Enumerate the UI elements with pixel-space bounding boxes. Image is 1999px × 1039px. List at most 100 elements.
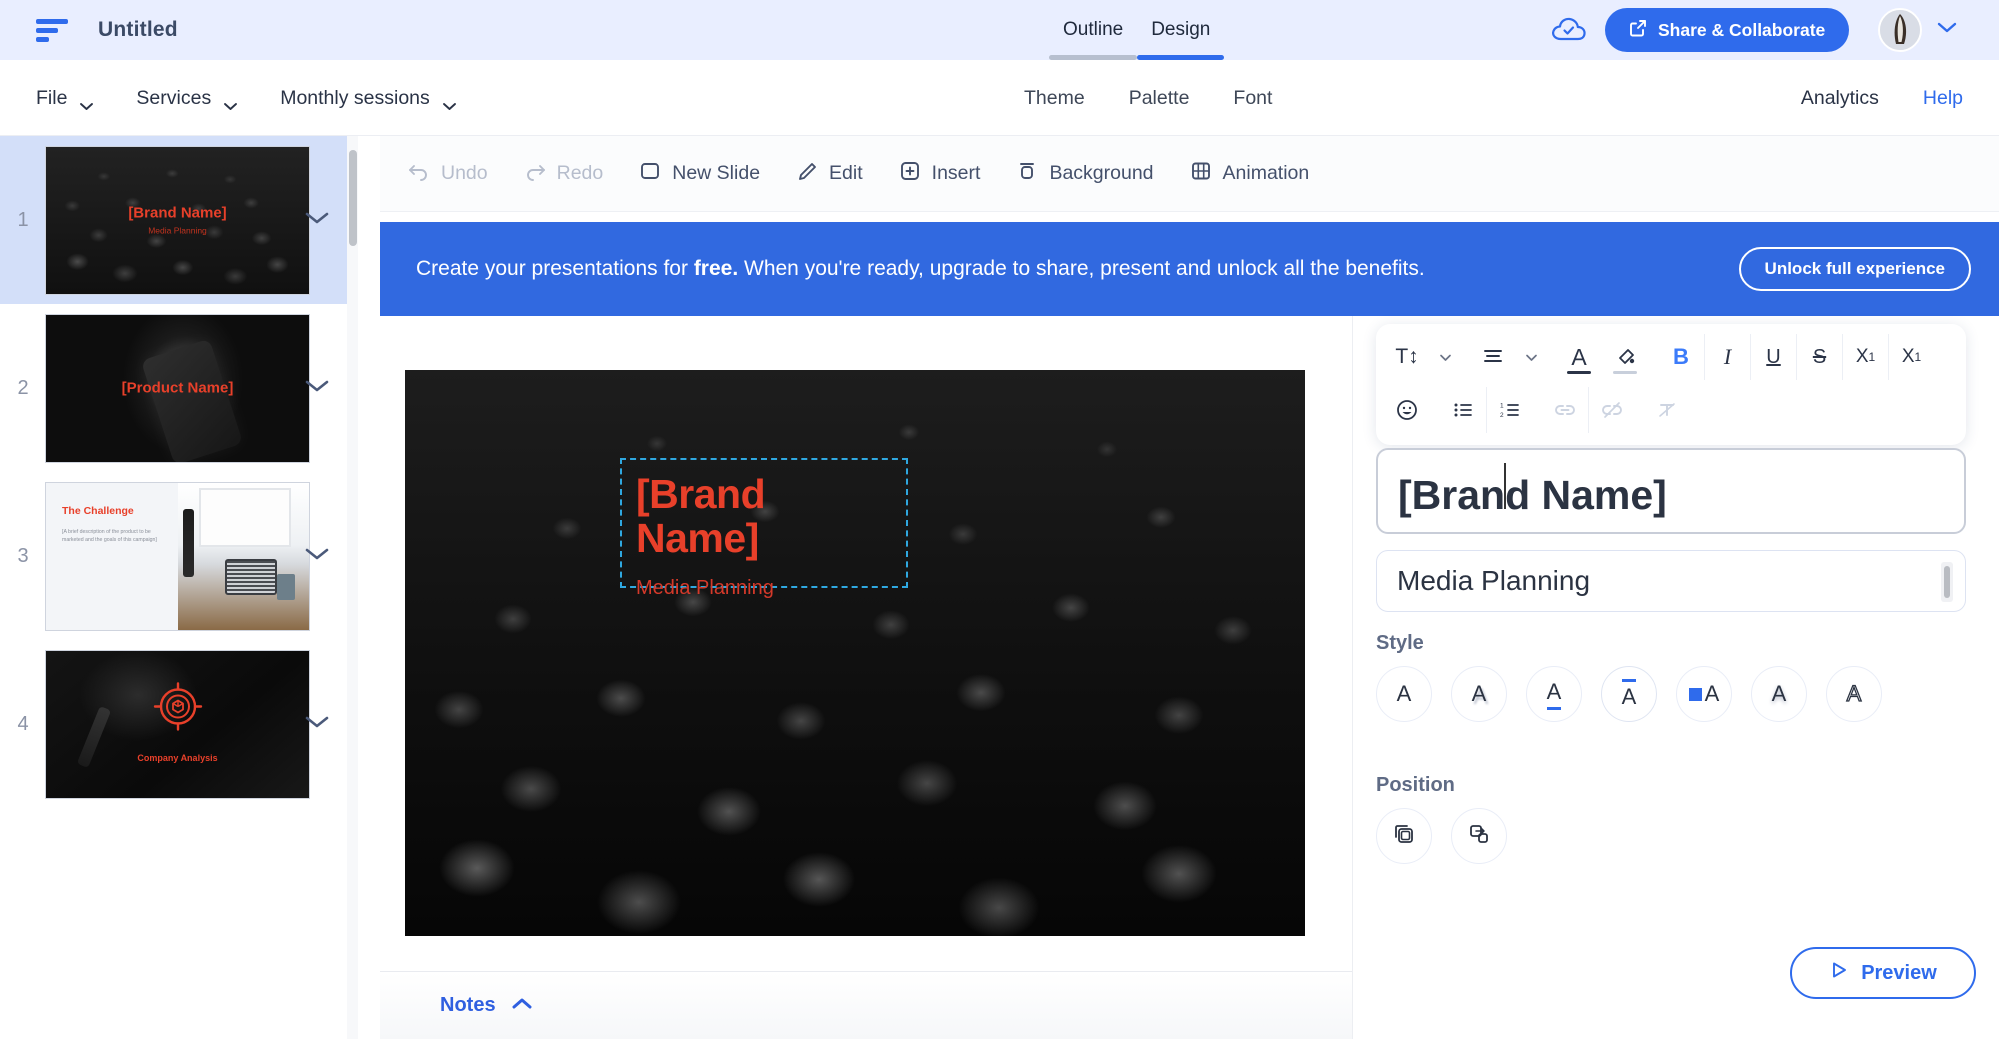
toolbar-animation[interactable]: Animation — [1190, 161, 1309, 187]
selected-textbox[interactable]: [Brand Name] Media Planning — [620, 458, 908, 599]
text-size-chevron-down-icon[interactable] — [1430, 334, 1460, 380]
slide-subtitle-text[interactable]: Media Planning — [636, 577, 892, 600]
list-group: 12 — [1440, 387, 1532, 433]
letter-a-highlight-icon: A — [1688, 681, 1719, 707]
slide-options-chevron-down-icon[interactable] — [303, 377, 331, 399]
tab-outline[interactable]: Outline — [1049, 0, 1138, 60]
chevron-down-icon — [442, 94, 456, 110]
tab-outline-label: Outline — [1063, 19, 1124, 40]
sidebar-scrollbar-thumb[interactable] — [349, 150, 357, 246]
toolbar-redo[interactable]: Redo — [524, 161, 603, 187]
menu-bar: File Services Monthly sessions Theme Pal… — [0, 60, 1999, 136]
slide-thumbnail-image[interactable]: Company Analysis — [45, 649, 310, 799]
external-link-icon — [1629, 19, 1647, 42]
subtitle-field-scrollbar[interactable] — [1941, 562, 1953, 602]
slide-title-text[interactable]: [Brand Name] — [636, 472, 892, 561]
unlock-full-experience-button[interactable]: Unlock full experience — [1738, 247, 1971, 291]
notes-toggle-label[interactable]: Notes — [440, 994, 496, 1017]
bulleted-list-icon[interactable] — [1440, 387, 1486, 433]
slide-thumbnail-sidebar[interactable]: 1 [Brand Name] Media Planning 2 [Product… — [0, 136, 358, 1039]
highlight-color-icon[interactable] — [1602, 334, 1648, 380]
subscript-icon[interactable]: X1 — [1842, 334, 1888, 380]
slide-thumbnail-1[interactable]: 1 [Brand Name] Media Planning — [0, 136, 357, 304]
logo-bars-icon[interactable] — [36, 17, 70, 43]
menu-help[interactable]: Help — [1923, 87, 1963, 110]
slide-thumbnail-image[interactable]: The Challenge [A brief description of th… — [45, 481, 310, 631]
guitar-shape — [182, 508, 194, 577]
menu-analytics[interactable]: Analytics — [1801, 87, 1879, 110]
emoji-icon[interactable] — [1384, 387, 1430, 433]
bring-to-front-button[interactable] — [1376, 808, 1432, 864]
bold-icon[interactable]: B — [1658, 334, 1704, 380]
avatar[interactable] — [1878, 8, 1922, 52]
menu-monthly-sessions[interactable]: Monthly sessions — [280, 87, 456, 110]
toolbar-undo-label: Undo — [441, 162, 488, 184]
thumb-subtitle: [A brief description of the product to b… — [62, 528, 157, 543]
tab-design[interactable]: Design — [1137, 0, 1225, 60]
clear-format-icon[interactable] — [1644, 387, 1690, 433]
remove-link-icon[interactable] — [1588, 387, 1634, 433]
style-overline-button[interactable]: A — [1601, 666, 1657, 722]
position-section-label: Position — [1376, 774, 1455, 796]
background-icon — [1016, 161, 1038, 187]
notes-bar[interactable]: Notes — [380, 971, 1352, 1039]
slide-thumbnail-4[interactable]: 4 Company Analysis — [0, 640, 357, 808]
menu-services[interactable]: Services — [136, 87, 238, 110]
slide-thumbnail-3[interactable]: 3 The Challenge [A brief description of … — [0, 472, 357, 640]
menu-file[interactable]: File — [36, 87, 94, 110]
document-title[interactable]: Untitled — [98, 18, 178, 42]
preview-button[interactable]: Preview — [1790, 947, 1976, 999]
text-size-icon[interactable]: T↕ — [1384, 334, 1430, 380]
style-highlight-button[interactable]: A — [1676, 666, 1732, 722]
send-to-back-button[interactable] — [1451, 808, 1507, 864]
presentation-editor-app: Untitled Outline Design Share & Collabor… — [0, 0, 1999, 1039]
menu-font[interactable]: Font — [1233, 87, 1272, 110]
strikethrough-icon[interactable]: S — [1796, 334, 1842, 380]
clear-format-group — [1644, 387, 1690, 433]
letter-a-outline-icon: A — [1846, 680, 1862, 706]
toolbar-undo[interactable]: Undo — [408, 161, 488, 187]
slide-thumbnail-image[interactable]: [Brand Name] Media Planning — [45, 145, 310, 295]
chevron-down-icon — [223, 94, 238, 110]
toolbar-edit[interactable]: Edit — [796, 161, 863, 187]
slide-number: 3 — [17, 544, 29, 567]
style-soft-shadow-button[interactable]: A — [1751, 666, 1807, 722]
slide-thumbnail-2[interactable]: 2 [Product Name] — [0, 304, 357, 472]
cloud-check-icon[interactable] — [1548, 12, 1592, 48]
text-align-chevron-down-icon[interactable] — [1516, 334, 1546, 380]
superscript-icon[interactable]: X1 — [1888, 334, 1934, 380]
active-slide[interactable]: [Brand Name] Media Planning — [405, 370, 1305, 936]
slide-toolbar: Undo Redo New Slide Edit Insert Backgrou… — [380, 136, 1999, 212]
toolbar-background[interactable]: Background — [1016, 161, 1154, 187]
thumb-text-group: The Challenge [A brief description of th… — [46, 482, 178, 630]
style-underline-button[interactable]: A — [1526, 666, 1582, 722]
studio-photo-background — [177, 482, 309, 630]
color-group: A — [1556, 334, 1648, 380]
toolbar-insert[interactable]: Insert — [899, 161, 980, 187]
avatar-chevron-down-icon[interactable] — [1936, 20, 1958, 39]
title-text-field[interactable]: [Brand Name] — [1376, 448, 1966, 534]
menu-theme[interactable]: Theme — [1024, 87, 1085, 110]
app-header: Untitled Outline Design Share & Collabor… — [0, 0, 1999, 60]
bring-to-front-icon — [1390, 820, 1418, 853]
toolbar-new-slide[interactable]: New Slide — [639, 161, 760, 187]
sidebar-scrollbar-track[interactable] — [347, 136, 358, 1039]
italic-icon[interactable]: I — [1704, 334, 1750, 380]
share-collaborate-button[interactable]: Share & Collaborate — [1605, 8, 1850, 52]
style-outline-button[interactable]: A — [1826, 666, 1882, 722]
style-plain-button[interactable]: A — [1376, 666, 1432, 722]
font-color-icon[interactable]: A — [1556, 334, 1602, 380]
slide-options-chevron-down-icon[interactable] — [303, 713, 331, 735]
slide-options-chevron-down-icon[interactable] — [303, 545, 331, 567]
slide-thumbnail-image[interactable]: [Product Name] — [45, 313, 310, 463]
numbered-list-icon[interactable]: 12 — [1486, 387, 1532, 433]
chevron-up-icon[interactable] — [510, 996, 534, 1016]
amplifier-shape — [224, 558, 277, 595]
underline-icon[interactable]: U — [1750, 334, 1796, 380]
style-shadow-button[interactable]: A — [1451, 666, 1507, 722]
subtitle-text-field[interactable]: Media Planning — [1376, 550, 1966, 612]
menu-palette[interactable]: Palette — [1129, 87, 1190, 110]
text-align-icon[interactable] — [1470, 334, 1516, 380]
insert-link-icon[interactable] — [1542, 387, 1588, 433]
slide-options-chevron-down-icon[interactable] — [303, 209, 331, 231]
